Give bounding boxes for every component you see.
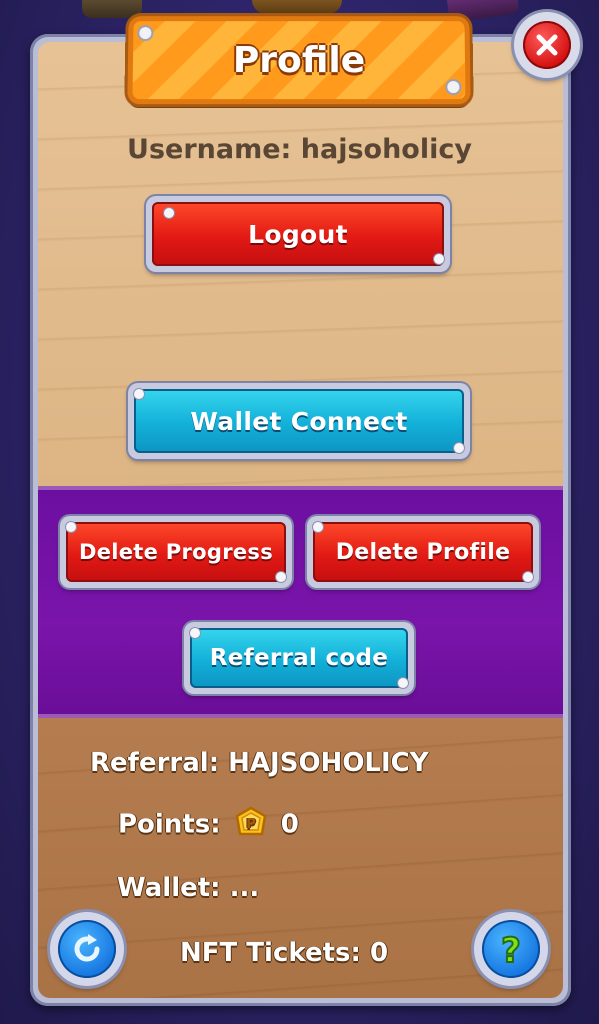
- referral-code-button[interactable]: Referral code: [184, 622, 414, 694]
- refresh-icon: [58, 920, 116, 978]
- logout-button[interactable]: Logout: [146, 196, 450, 272]
- dialog-title: Profile: [232, 39, 366, 81]
- rivet: [523, 572, 533, 582]
- delete-profile-label: Delete Profile: [313, 522, 533, 582]
- points-coin-icon: P: [234, 806, 268, 840]
- close-button[interactable]: [514, 12, 580, 78]
- help-question-glyph: ?: [500, 930, 522, 968]
- referral-code-label: Referral code: [190, 628, 408, 688]
- title-banner: Profile: [127, 16, 471, 105]
- username-label: Username:: [127, 134, 292, 165]
- points-coin-glyph: P: [235, 806, 267, 836]
- refresh-glyph: [74, 934, 100, 962]
- refresh-button[interactable]: [50, 912, 124, 986]
- wallet-connect-label: Wallet Connect: [134, 389, 464, 453]
- wallet-value: ...: [229, 873, 260, 903]
- background-chest: [252, 0, 342, 14]
- referral-value: HAJSOHOLICY: [228, 748, 429, 778]
- delete-profile-button[interactable]: Delete Profile: [307, 516, 539, 588]
- delete-progress-label: Delete Progress: [66, 522, 286, 582]
- help-button[interactable]: ?: [474, 912, 548, 986]
- nft-tickets-line: NFT Tickets: 0: [180, 938, 388, 968]
- referral-label: Referral:: [90, 748, 220, 778]
- rivet: [434, 254, 444, 264]
- svg-text:P: P: [246, 817, 256, 832]
- help-question-icon: ?: [482, 920, 540, 978]
- username-line: Username: hajsoholicy: [0, 134, 599, 165]
- rivet: [134, 389, 144, 399]
- rivet: [276, 572, 286, 582]
- points-value: 0: [280, 809, 299, 840]
- wallet-line: Wallet: ...: [117, 873, 259, 903]
- rivet: [454, 443, 464, 453]
- rivet: [66, 522, 76, 532]
- svg-text:?: ?: [501, 931, 521, 968]
- nft-tickets-label: NFT Tickets:: [180, 938, 361, 968]
- delete-progress-button[interactable]: Delete Progress: [60, 516, 292, 588]
- close-x-glyph: [536, 34, 558, 56]
- nft-tickets-value: 0: [369, 938, 389, 968]
- wallet-label: Wallet:: [117, 873, 221, 903]
- rivet: [313, 522, 323, 532]
- logout-label: Logout: [152, 202, 444, 266]
- close-x-icon: [523, 21, 571, 69]
- rivet: [164, 208, 174, 218]
- wallet-connect-button[interactable]: Wallet Connect: [128, 383, 470, 459]
- points-label: Points:: [118, 809, 221, 840]
- referral-line: Referral: HAJSOHOLICY: [90, 748, 429, 778]
- background-trophy: [82, 0, 142, 18]
- points-line: Points: P 0: [118, 806, 299, 842]
- username-value: hajsoholicy: [300, 134, 472, 165]
- rivet: [190, 628, 200, 638]
- rivet: [398, 678, 408, 688]
